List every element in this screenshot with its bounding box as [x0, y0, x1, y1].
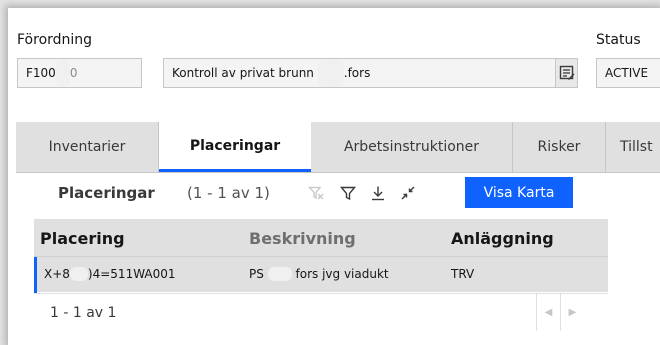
- redacted-area: x: [69, 267, 88, 281]
- redacted-area: x: [267, 267, 292, 281]
- table-row[interactable]: X+8x)4=511WA001 PS x fors jvg viadukt TR…: [34, 256, 608, 293]
- download-icon[interactable]: [369, 184, 387, 202]
- cell-beskrivning: PS x fors jvg viadukt: [249, 267, 389, 281]
- work-order-card: Förordning F100x0 Kontroll av privat bru…: [8, 8, 660, 345]
- chevron-left-icon: ◀: [544, 307, 553, 318]
- previous-page-button[interactable]: ◀: [536, 294, 560, 331]
- description-tail: .fors: [343, 66, 371, 80]
- forordning-field[interactable]: F100x0: [17, 58, 142, 88]
- tab-placeringar[interactable]: Placeringar: [159, 122, 311, 172]
- forordning-value: F100: [26, 66, 56, 80]
- cell-anlaggning: TRV: [451, 267, 475, 281]
- redacted-area: x: [55, 59, 70, 87]
- status-field[interactable]: ACTIVE: [596, 58, 660, 88]
- chevron-right-icon: ▶: [568, 307, 577, 318]
- beskrivning-prefix: PS: [249, 267, 264, 281]
- description-value: Kontroll av privat brunn: [172, 66, 314, 80]
- tab-arbetsinstruktioner[interactable]: Arbetsinstruktioner: [311, 122, 513, 172]
- tab-risker[interactable]: Risker: [513, 122, 606, 172]
- description-field[interactable]: Kontroll av privat brunn x.fors: [163, 58, 556, 88]
- forordning-label: Förordning: [17, 32, 93, 48]
- row-selection-marker: [34, 257, 37, 293]
- placering-suffix: )4=511WA001: [87, 267, 176, 281]
- next-page-button[interactable]: ▶: [560, 294, 584, 331]
- status-value: ACTIVE: [605, 66, 649, 80]
- tab-tillstand[interactable]: Tillst: [606, 122, 660, 172]
- section-title: Placeringar: [58, 184, 155, 202]
- tab-inventarier[interactable]: Inventarier: [16, 122, 159, 172]
- column-header-placering[interactable]: Placering: [40, 229, 125, 248]
- redacted-area: x: [317, 59, 344, 87]
- clear-filter-icon[interactable]: [307, 184, 325, 202]
- forordning-value-tail: 0: [69, 66, 78, 80]
- long-description-icon: [559, 65, 574, 80]
- status-label: Status: [596, 32, 641, 48]
- beskrivning-suffix: fors jvg viadukt: [295, 267, 389, 281]
- table-footer: 1 - 1 av 1 ◀ ▶: [34, 293, 608, 331]
- placering-prefix: X+8: [44, 267, 70, 281]
- table-header: Placering Beskrivning Anläggning: [34, 219, 608, 256]
- column-header-anlaggning[interactable]: Anläggning: [451, 229, 554, 248]
- section-count: (1 - 1 av 1): [187, 184, 270, 202]
- show-map-button[interactable]: Visa Karta: [465, 177, 573, 208]
- cell-placering[interactable]: X+8x)4=511WA001: [44, 267, 176, 281]
- long-description-button[interactable]: [556, 58, 578, 88]
- filter-icon[interactable]: [339, 184, 357, 202]
- collapse-icon[interactable]: [399, 184, 417, 202]
- pager-text: 1 - 1 av 1: [50, 305, 117, 321]
- column-header-beskrivning[interactable]: Beskrivning: [249, 229, 356, 248]
- tab-bar: Inventarier Placeringar Arbetsinstruktio…: [16, 122, 660, 173]
